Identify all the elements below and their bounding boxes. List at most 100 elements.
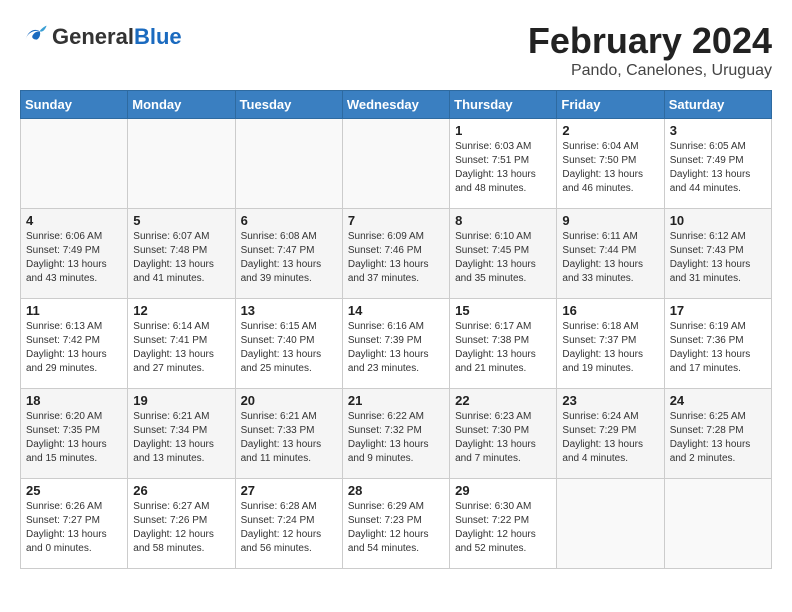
day-number: 22 — [455, 393, 551, 408]
calendar-cell: 20 Sunrise: 6:21 AM Sunset: 7:33 PM Dayli… — [235, 389, 342, 479]
calendar-cell: 14 Sunrise: 6:16 AM Sunset: 7:39 PM Dayli… — [342, 299, 449, 389]
day-number: 24 — [670, 393, 766, 408]
calendar-cell: 26 Sunrise: 6:27 AM Sunset: 7:26 PM Dayli… — [128, 479, 235, 569]
day-info: Sunrise: 6:14 AM Sunset: 7:41 PM Dayligh… — [133, 320, 229, 376]
day-number: 23 — [562, 393, 658, 408]
day-number: 15 — [455, 303, 551, 318]
calendar-body: 1 Sunrise: 6:03 AM Sunset: 7:51 PM Daylig… — [21, 119, 772, 569]
day-info: Sunrise: 6:21 AM Sunset: 7:34 PM Dayligh… — [133, 410, 229, 466]
day-info: Sunrise: 6:18 AM Sunset: 7:37 PM Dayligh… — [562, 320, 658, 376]
day-info: Sunrise: 6:22 AM Sunset: 7:32 PM Dayligh… — [348, 410, 444, 466]
calendar-cell: 13 Sunrise: 6:15 AM Sunset: 7:40 PM Dayli… — [235, 299, 342, 389]
calendar-header-row: SundayMondayTuesdayWednesdayThursdayFrid… — [21, 91, 772, 119]
day-number: 8 — [455, 213, 551, 228]
day-number: 5 — [133, 213, 229, 228]
day-info: Sunrise: 6:24 AM Sunset: 7:29 PM Dayligh… — [562, 410, 658, 466]
calendar-cell: 7Sunrise: 6:09 AM Sunset: 7:46 PM Daylig… — [342, 209, 449, 299]
day-number: 26 — [133, 483, 229, 498]
calendar-cell — [557, 479, 664, 569]
calendar-cell: 23 Sunrise: 6:24 AM Sunset: 7:29 PM Dayli… — [557, 389, 664, 479]
logo-text: GeneralBlue — [52, 26, 182, 48]
day-info: Sunrise: 6:16 AM Sunset: 7:39 PM Dayligh… — [348, 320, 444, 376]
bird-icon — [20, 20, 48, 48]
calendar-cell: 16 Sunrise: 6:18 AM Sunset: 7:37 PM Dayli… — [557, 299, 664, 389]
calendar-cell — [235, 119, 342, 209]
calendar-cell: 9 Sunrise: 6:11 AM Sunset: 7:44 PM Daylig… — [557, 209, 664, 299]
calendar-cell: 5Sunrise: 6:07 AM Sunset: 7:48 PM Daylig… — [128, 209, 235, 299]
calendar-cell: 19Sunrise: 6:21 AM Sunset: 7:34 PM Dayli… — [128, 389, 235, 479]
calendar-cell: 10 Sunrise: 6:12 AM Sunset: 7:43 PM Dayli… — [664, 209, 771, 299]
calendar-cell: 15 Sunrise: 6:17 AM Sunset: 7:38 PM Dayli… — [450, 299, 557, 389]
day-number: 27 — [241, 483, 337, 498]
day-number: 6 — [241, 213, 337, 228]
calendar-week-row: 4Sunrise: 6:06 AM Sunset: 7:49 PM Daylig… — [21, 209, 772, 299]
day-info: Sunrise: 6:08 AM Sunset: 7:47 PM Dayligh… — [241, 230, 337, 286]
day-of-week-header: Monday — [128, 91, 235, 119]
day-info: Sunrise: 6:15 AM Sunset: 7:40 PM Dayligh… — [241, 320, 337, 376]
day-info: Sunrise: 6:19 AM Sunset: 7:36 PM Dayligh… — [670, 320, 766, 376]
day-number: 17 — [670, 303, 766, 318]
calendar-week-row: 25 Sunrise: 6:26 AM Sunset: 7:27 PM Dayli… — [21, 479, 772, 569]
day-number: 20 — [241, 393, 337, 408]
day-number: 1 — [455, 123, 551, 138]
calendar-cell: 27 Sunrise: 6:28 AM Sunset: 7:24 PM Dayli… — [235, 479, 342, 569]
calendar-cell: 12Sunrise: 6:14 AM Sunset: 7:41 PM Dayli… — [128, 299, 235, 389]
calendar-cell: 17 Sunrise: 6:19 AM Sunset: 7:36 PM Dayli… — [664, 299, 771, 389]
calendar-cell: 1 Sunrise: 6:03 AM Sunset: 7:51 PM Daylig… — [450, 119, 557, 209]
calendar-week-row: 11 Sunrise: 6:13 AM Sunset: 7:42 PM Dayli… — [21, 299, 772, 389]
day-number: 11 — [26, 303, 122, 318]
location: Pando, Canelones, Uruguay — [528, 62, 772, 80]
day-info: Sunrise: 6:20 AM Sunset: 7:35 PM Dayligh… — [26, 410, 122, 466]
day-of-week-header: Thursday — [450, 91, 557, 119]
day-of-week-header: Tuesday — [235, 91, 342, 119]
day-info: Sunrise: 6:26 AM Sunset: 7:27 PM Dayligh… — [26, 500, 122, 556]
calendar-cell: 11 Sunrise: 6:13 AM Sunset: 7:42 PM Dayli… — [21, 299, 128, 389]
day-info: Sunrise: 6:27 AM Sunset: 7:26 PM Dayligh… — [133, 500, 229, 556]
day-number: 3 — [670, 123, 766, 138]
day-number: 13 — [241, 303, 337, 318]
day-info: Sunrise: 6:03 AM Sunset: 7:51 PM Dayligh… — [455, 140, 551, 196]
day-number: 21 — [348, 393, 444, 408]
page-header: GeneralBlue February 2024 Pando, Canelon… — [20, 20, 772, 80]
logo: GeneralBlue — [20, 20, 182, 53]
day-number: 2 — [562, 123, 658, 138]
day-info: Sunrise: 6:28 AM Sunset: 7:24 PM Dayligh… — [241, 500, 337, 556]
calendar-cell: 2Sunrise: 6:04 AM Sunset: 7:50 PM Daylig… — [557, 119, 664, 209]
day-info: Sunrise: 6:30 AM Sunset: 7:22 PM Dayligh… — [455, 500, 551, 556]
calendar-cell: 29 Sunrise: 6:30 AM Sunset: 7:22 PM Dayli… — [450, 479, 557, 569]
title-block: February 2024 Pando, Canelones, Uruguay — [528, 20, 772, 80]
day-number: 9 — [562, 213, 658, 228]
day-of-week-header: Friday — [557, 91, 664, 119]
day-of-week-header: Sunday — [21, 91, 128, 119]
day-number: 10 — [670, 213, 766, 228]
day-number: 14 — [348, 303, 444, 318]
calendar-table: SundayMondayTuesdayWednesdayThursdayFrid… — [20, 90, 772, 569]
day-info: Sunrise: 6:11 AM Sunset: 7:44 PM Dayligh… — [562, 230, 658, 286]
calendar-cell: 24Sunrise: 6:25 AM Sunset: 7:28 PM Dayli… — [664, 389, 771, 479]
calendar-cell: 18 Sunrise: 6:20 AM Sunset: 7:35 PM Dayli… — [21, 389, 128, 479]
calendar-cell — [664, 479, 771, 569]
calendar-cell — [342, 119, 449, 209]
day-info: Sunrise: 6:09 AM Sunset: 7:46 PM Dayligh… — [348, 230, 444, 286]
calendar-cell: 6 Sunrise: 6:08 AM Sunset: 7:47 PM Daylig… — [235, 209, 342, 299]
day-info: Sunrise: 6:13 AM Sunset: 7:42 PM Dayligh… — [26, 320, 122, 376]
calendar-week-row: 1 Sunrise: 6:03 AM Sunset: 7:51 PM Daylig… — [21, 119, 772, 209]
day-number: 16 — [562, 303, 658, 318]
day-info: Sunrise: 6:23 AM Sunset: 7:30 PM Dayligh… — [455, 410, 551, 466]
calendar-cell: 3Sunrise: 6:05 AM Sunset: 7:49 PM Daylig… — [664, 119, 771, 209]
calendar-cell: 4Sunrise: 6:06 AM Sunset: 7:49 PM Daylig… — [21, 209, 128, 299]
day-info: Sunrise: 6:21 AM Sunset: 7:33 PM Dayligh… — [241, 410, 337, 466]
day-info: Sunrise: 6:06 AM Sunset: 7:49 PM Dayligh… — [26, 230, 122, 286]
calendar-cell: 8 Sunrise: 6:10 AM Sunset: 7:45 PM Daylig… — [450, 209, 557, 299]
day-of-week-header: Saturday — [664, 91, 771, 119]
day-info: Sunrise: 6:12 AM Sunset: 7:43 PM Dayligh… — [670, 230, 766, 286]
day-info: Sunrise: 6:29 AM Sunset: 7:23 PM Dayligh… — [348, 500, 444, 556]
day-number: 18 — [26, 393, 122, 408]
day-info: Sunrise: 6:10 AM Sunset: 7:45 PM Dayligh… — [455, 230, 551, 286]
day-number: 28 — [348, 483, 444, 498]
day-number: 25 — [26, 483, 122, 498]
day-number: 29 — [455, 483, 551, 498]
day-info: Sunrise: 6:17 AM Sunset: 7:38 PM Dayligh… — [455, 320, 551, 376]
calendar-cell: 25 Sunrise: 6:26 AM Sunset: 7:27 PM Dayli… — [21, 479, 128, 569]
calendar-cell: 21 Sunrise: 6:22 AM Sunset: 7:32 PM Dayli… — [342, 389, 449, 479]
